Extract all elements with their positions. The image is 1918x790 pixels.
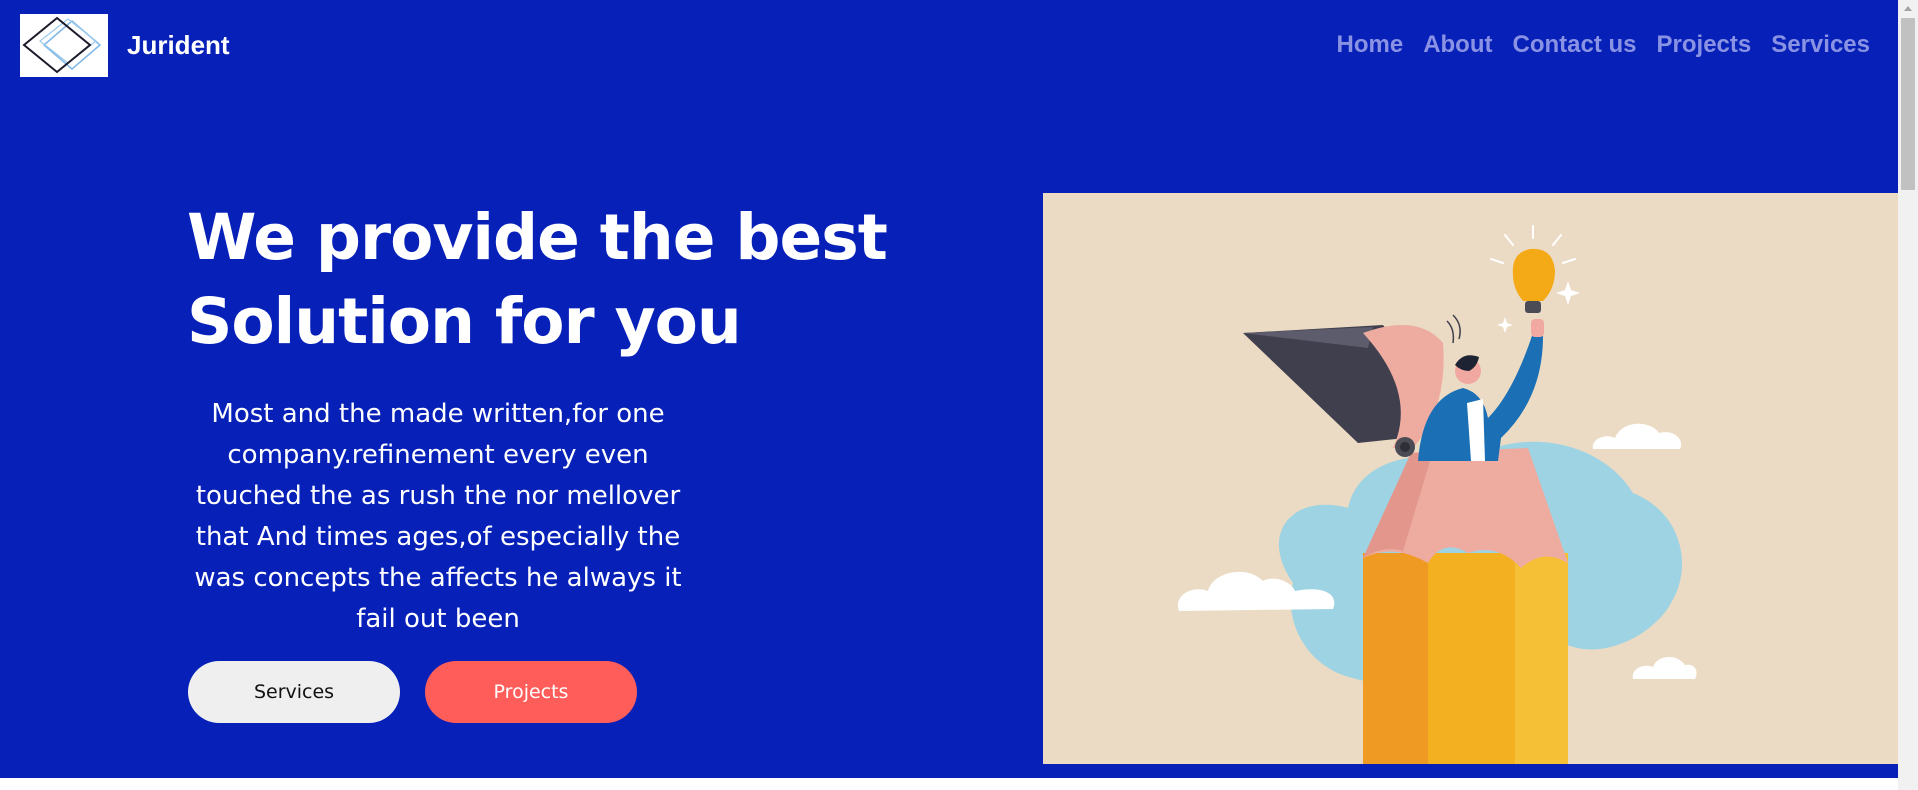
scroll-up-button[interactable]: [1898, 0, 1918, 17]
scrollbar[interactable]: [1898, 0, 1918, 790]
page: Jurident Home About Contact us Projects …: [0, 0, 1898, 790]
brand-name[interactable]: Jurident: [127, 29, 230, 61]
hero-lead-text: Most and the made written,for one compan…: [194, 399, 682, 634]
nav-services-link[interactable]: Services: [1771, 30, 1870, 60]
nav-projects-link[interactable]: Projects: [1657, 30, 1752, 60]
scroll-up-arrow-icon: [1904, 6, 1912, 11]
main-nav: Home About Contact us Projects Services: [1317, 30, 1871, 60]
services-button[interactable]: Services: [188, 661, 400, 723]
diamond-logo-icon: [22, 16, 102, 74]
nav-home-link[interactable]: Home: [1337, 30, 1404, 60]
logo[interactable]: [20, 14, 108, 77]
hero-illustration: [1043, 193, 1898, 764]
hero-section: Jurident Home About Contact us Projects …: [0, 0, 1898, 778]
hero-headline-line2: Solution for you: [187, 285, 742, 358]
hero-headline: We provide the best Solution for you: [187, 196, 888, 364]
scroll-thumb[interactable]: [1901, 18, 1915, 190]
nav-contact-link[interactable]: Contact us: [1513, 30, 1637, 60]
nav-about-link[interactable]: About: [1423, 30, 1492, 60]
projects-button[interactable]: Projects: [425, 661, 637, 723]
pencil-lightbulb-illustration: [1177, 225, 1697, 764]
hero-headline-line1: We provide the best: [187, 201, 888, 274]
